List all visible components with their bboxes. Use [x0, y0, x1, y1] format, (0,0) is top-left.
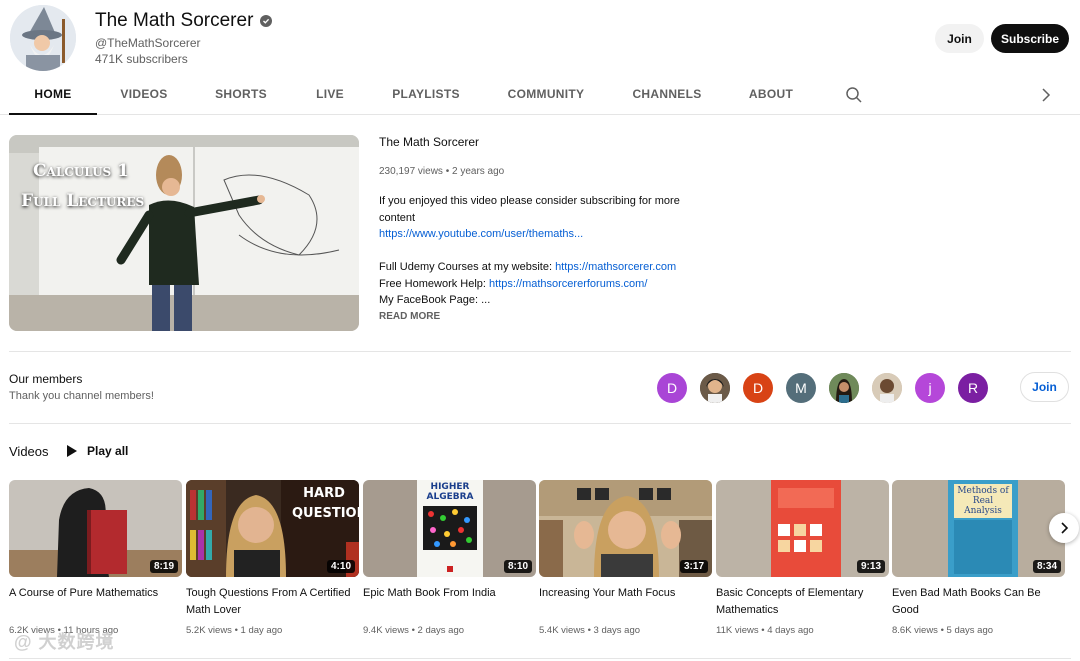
channel-tabs: HOME VIDEOS SHORTS LIVE PLAYLISTS COMMUN…	[0, 76, 1080, 115]
members-join-button[interactable]: Join	[1020, 372, 1069, 402]
channel-name: The Math Sorcerer	[95, 10, 273, 32]
video-title[interactable]: Basic Concepts of Elementary Mathematics	[716, 585, 889, 618]
member-avatar[interactable]	[700, 373, 730, 403]
tab-about[interactable]: ABOUT	[741, 76, 801, 115]
shelf-next-button[interactable]	[1049, 513, 1079, 543]
channel-avatar[interactable]	[10, 5, 76, 71]
video-card[interactable]: 3:17 Increasing Your Math Focus 5.4K vie…	[539, 480, 712, 636]
video-duration: 8:34	[1032, 560, 1061, 573]
member-avatar[interactable]: D	[657, 373, 687, 403]
description-text: Full Udemy Courses at my website:	[379, 261, 556, 273]
tab-community[interactable]: COMMUNITY	[500, 76, 592, 115]
tab-videos[interactable]: VIDEOS	[108, 76, 180, 115]
join-button[interactable]: Join	[935, 24, 984, 53]
video-thumbnail[interactable]: 9:13	[716, 480, 889, 577]
member-avatar[interactable]: R	[958, 373, 988, 403]
video-thumbnail[interactable]: HIGHER ALGEBRA 8:10	[363, 480, 536, 577]
video-meta: 8.6K views • 5 days ago	[892, 625, 994, 636]
thumbnail-caption: HIGHER ALGEBRA	[426, 482, 474, 502]
member-avatar[interactable]: j	[915, 373, 945, 403]
watermark-text: @ 大数跨境	[14, 632, 115, 652]
video-card[interactable]: HARD QUESTIONS 4:10 Tough Questions From…	[186, 480, 359, 636]
description-line: My FaceBook Page: ...	[379, 294, 491, 306]
featured-video-meta: 230,197 views • 2 years ago	[379, 166, 505, 177]
video-thumbnail[interactable]: 3:17	[539, 480, 712, 577]
tab-playlists[interactable]: PLAYLISTS	[384, 76, 468, 115]
play-all-button[interactable]: Play all	[67, 444, 128, 458]
subscriber-count: 471K subscribers	[95, 52, 188, 66]
video-duration: 3:17	[679, 560, 708, 573]
thumbnail-caption: HARD QUESTIONS	[292, 486, 359, 521]
member-avatar[interactable]: D	[743, 373, 773, 403]
member-avatar[interactable]	[872, 373, 902, 403]
play-icon	[67, 445, 77, 457]
play-all-label: Play all	[87, 444, 129, 458]
thumbnail-title-line1: Calculus 1	[33, 161, 129, 181]
tab-channels[interactable]: CHANNELS	[625, 76, 709, 115]
section-divider	[9, 351, 1071, 352]
video-card[interactable]: 8:19 A Course of Pure Mathematics 6.2K v…	[9, 480, 182, 636]
channel-header: The Math Sorcerer @TheMathSorcerer 471K …	[0, 0, 1080, 76]
member-avatar[interactable]: M	[786, 373, 816, 403]
video-title[interactable]: Increasing Your Math Focus	[539, 585, 712, 618]
video-meta: 9.4K views • 2 days ago	[363, 625, 465, 636]
tab-shorts[interactable]: SHORTS	[206, 76, 276, 115]
video-thumbnail[interactable]: 8:19	[9, 480, 182, 577]
featured-video-title[interactable]: The Math Sorcerer	[379, 135, 479, 149]
verified-badge-icon	[260, 15, 273, 27]
member-avatar[interactable]	[829, 373, 859, 403]
description-text: Free Homework Help:	[379, 277, 490, 290]
chevron-right-icon[interactable]	[1038, 86, 1054, 104]
homework-help-link[interactable]: https://mathsorcererforums.com/	[489, 278, 647, 290]
description-link[interactable]: https://www.youtube.com/user/themaths...	[379, 228, 583, 240]
video-duration: 8:19	[149, 560, 178, 573]
video-title[interactable]: Even Bad Math Books Can Be Good	[892, 585, 1065, 618]
tab-home[interactable]: HOME	[9, 76, 97, 115]
video-card[interactable]: HIGHER ALGEBRA 8:10 Epic Math Book From …	[363, 480, 536, 636]
channel-name-text: The Math Sorcerer	[95, 10, 254, 31]
video-duration: 9:13	[856, 560, 885, 573]
video-thumbnail[interactable]: Methods of Real Analysis 8:34	[892, 480, 1065, 577]
video-duration: 4:10	[326, 560, 355, 573]
subscribe-button[interactable]: Subscribe	[991, 24, 1069, 53]
udemy-link[interactable]: https://mathsorcerer.com	[555, 261, 676, 273]
search-icon[interactable]	[845, 86, 863, 104]
read-more-button[interactable]: READ MORE	[379, 311, 440, 322]
thumbnail-title-line2: Full Lectures	[21, 191, 145, 211]
video-meta: 5.2K views • 1 day ago	[186, 625, 283, 636]
video-duration: 8:10	[503, 560, 532, 573]
thumbnail-caption: Methods of Real Analysis	[957, 486, 1009, 516]
video-title[interactable]: Tough Questions From A Certified Math Lo…	[186, 585, 359, 618]
description-line: If you enjoyed this video please conside…	[379, 195, 680, 224]
chevron-right-icon	[1061, 522, 1069, 534]
section-divider	[9, 423, 1071, 424]
tab-live[interactable]: LIVE	[306, 76, 354, 115]
video-title[interactable]: A Course of Pure Mathematics	[9, 585, 182, 618]
members-title: Our members	[9, 372, 83, 386]
video-thumbnail[interactable]: HARD QUESTIONS 4:10	[186, 480, 359, 577]
channel-handle: @TheMathSorcerer	[95, 36, 201, 50]
videos-shelf-title: Videos	[9, 444, 49, 459]
video-title[interactable]: Epic Math Book From India	[363, 585, 536, 618]
video-card[interactable]: 9:13 Basic Concepts of Elementary Mathem…	[716, 480, 889, 636]
video-meta: 11K views • 4 days ago	[716, 625, 814, 636]
section-divider	[9, 658, 1071, 659]
video-card[interactable]: Methods of Real Analysis 8:34 Even Bad M…	[892, 480, 1065, 636]
featured-video-thumbnail[interactable]: Calculus 1 Full Lectures	[9, 135, 359, 331]
featured-video-description: If you enjoyed this video please conside…	[379, 193, 709, 309]
members-subtitle: Thank you channel members!	[9, 390, 154, 402]
video-meta: 5.4K views • 3 days ago	[539, 625, 641, 636]
